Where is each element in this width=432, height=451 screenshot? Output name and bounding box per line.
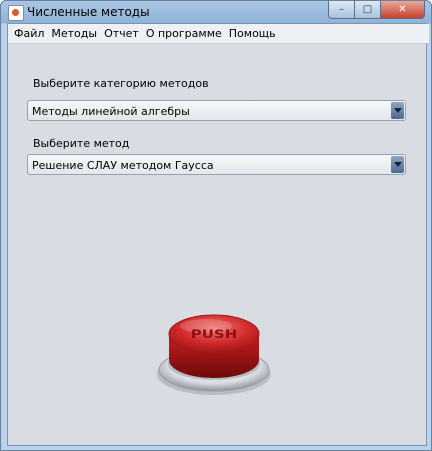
menu-help[interactable]: Помощь [226, 27, 279, 40]
menu-bar: Файл Методы Отчет О программе Помощь [8, 24, 429, 44]
maximize-button[interactable]: □ [355, 1, 381, 19]
method-label: Выберите метод [33, 137, 130, 150]
client-area: Файл Методы Отчет О программе Помощь Выб… [7, 23, 429, 446]
category-dropdown[interactable]: Методы линейной алгебры [27, 100, 406, 121]
push-button-graphic: PUSH [157, 314, 271, 395]
method-dropdown[interactable]: Решение СЛАУ методом Гаусса [27, 154, 406, 175]
java-app-icon [8, 5, 24, 21]
method-selected-value: Решение СЛАУ методом Гаусса [32, 159, 214, 172]
menu-methods[interactable]: Методы [48, 27, 100, 40]
title-bar[interactable]: Численные методы – □ ✕ [1, 1, 431, 23]
push-button-label: PUSH [191, 329, 238, 342]
menu-report[interactable]: Отчет [101, 27, 142, 40]
window-title: Численные методы [27, 5, 150, 19]
maximize-icon: □ [362, 4, 373, 15]
window-controls: – □ ✕ [328, 1, 425, 19]
menu-file[interactable]: Файл [11, 27, 47, 40]
push-button[interactable]: PUSH [154, 294, 274, 404]
category-selected-value: Методы линейной алгебры [32, 105, 190, 118]
minimize-icon: – [339, 4, 344, 15]
menu-about[interactable]: О программе [143, 27, 225, 40]
category-label: Выберите категорию методов [33, 77, 209, 90]
app-window: Численные методы – □ ✕ Файл Методы Отчет… [0, 0, 432, 451]
chevron-down-icon[interactable] [391, 102, 404, 119]
chevron-down-icon[interactable] [391, 156, 404, 173]
close-button[interactable]: ✕ [381, 1, 425, 19]
minimize-button[interactable]: – [328, 1, 355, 19]
close-icon: ✕ [398, 4, 407, 15]
